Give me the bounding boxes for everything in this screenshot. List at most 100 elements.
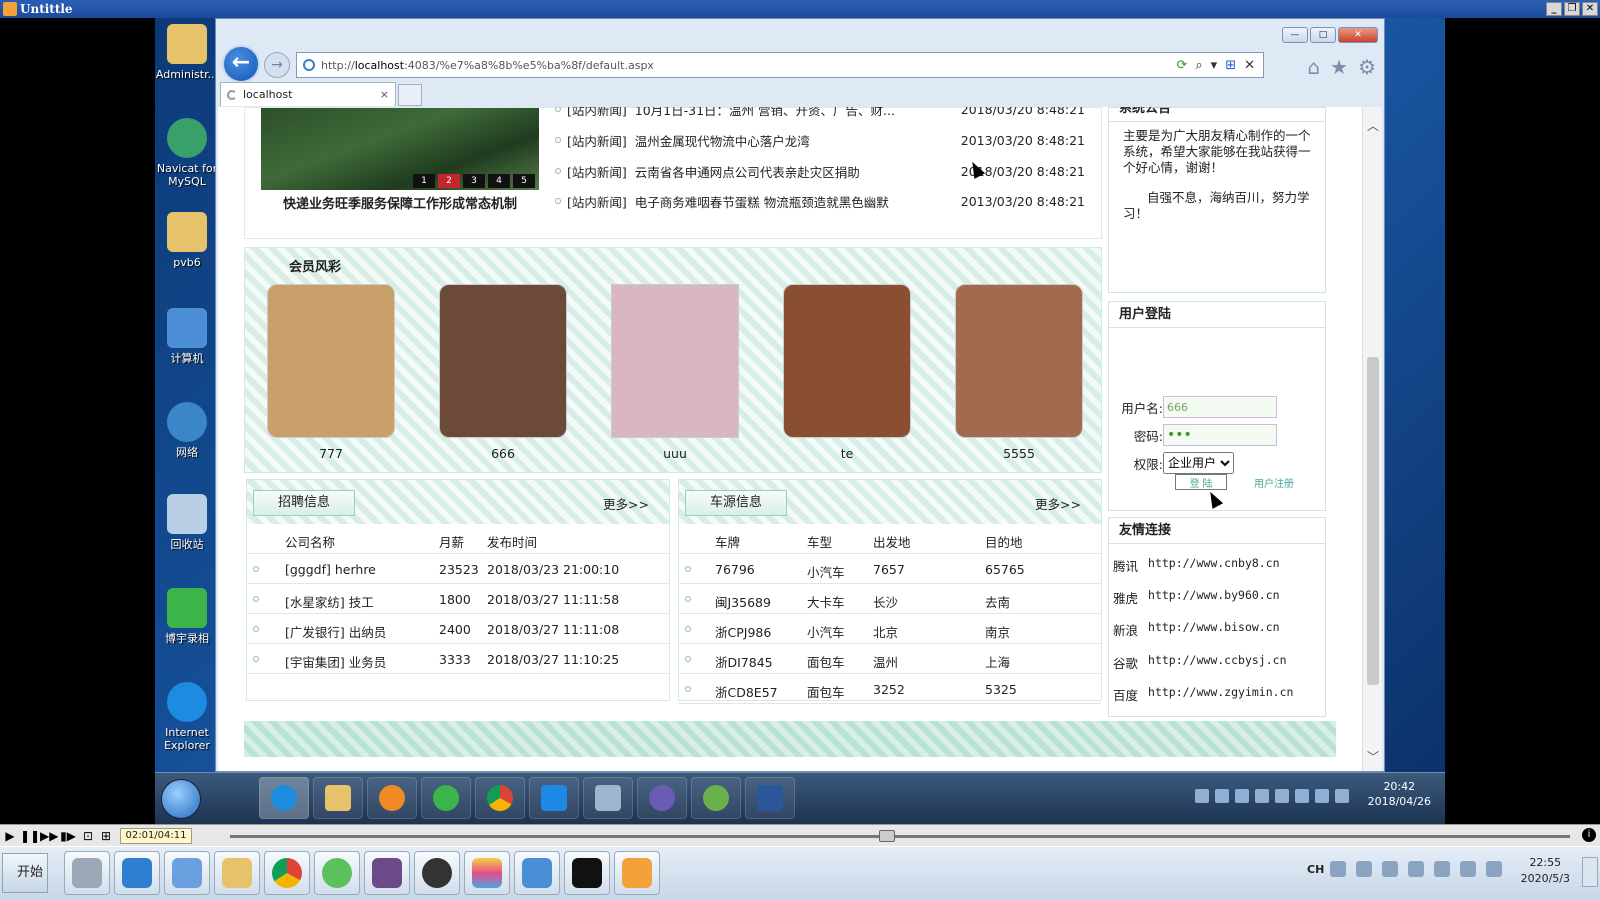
fit-icon[interactable]: ⊡ xyxy=(80,828,96,844)
help-icon[interactable] xyxy=(1356,861,1372,877)
compat-icon[interactable]: ⟳ xyxy=(1176,58,1187,73)
scroll-thumb[interactable] xyxy=(1367,357,1379,685)
link-item[interactable]: 百度 http://www.zgyimin.cn xyxy=(1113,685,1293,704)
show-desktop-button[interactable] xyxy=(1582,857,1598,887)
table-row[interactable]: 76796 小汽车 7657 65765 xyxy=(679,554,1101,584)
tray-icon[interactable] xyxy=(1235,789,1249,803)
taskbar-app-blue[interactable] xyxy=(529,777,579,819)
slide-caption[interactable]: 快递业务旺季服务保障工作形成常态机制 xyxy=(261,193,539,212)
taskbar-explorer[interactable] xyxy=(313,777,363,819)
table-row[interactable]: [gggdf] herhre 23523 2018/03/23 21:00:10 xyxy=(247,554,669,584)
link-item[interactable]: 腾讯 http://www.cnby8.cn xyxy=(1113,556,1280,575)
desktop-icon-navicat[interactable]: Navicat for MySQL xyxy=(155,118,219,188)
login-button[interactable]: 登 陆 xyxy=(1175,474,1227,490)
scroll-up-icon[interactable]: ︿ xyxy=(1367,117,1379,134)
slide-number[interactable]: 5 xyxy=(513,174,535,188)
link-item[interactable]: 谷歌 http://www.ccbysj.cn xyxy=(1113,653,1287,672)
new-tab-button[interactable] xyxy=(398,84,422,106)
tray-icon[interactable] xyxy=(1295,789,1309,803)
host-app[interactable] xyxy=(614,851,660,895)
member-card[interactable]: 5555 xyxy=(955,284,1083,461)
tray-icon[interactable] xyxy=(1215,789,1229,803)
host-app[interactable] xyxy=(564,851,610,895)
taskbar-ie[interactable] xyxy=(259,777,309,819)
host-app[interactable] xyxy=(464,851,510,895)
tray-icon[interactable] xyxy=(1195,789,1209,803)
table-row[interactable]: 浙CD8E57 面包车 3252 5325 xyxy=(679,674,1101,704)
scroll-down-icon[interactable]: ﹀ xyxy=(1367,748,1379,765)
news-item[interactable]: [站内新闻] 云南省各申通网点公司代表亲赴灾区捐助 2018/03/20 8:48:… xyxy=(555,160,1085,182)
address-bar[interactable]: http://localhost:4083/%e7%a8%8b%e5%ba%8f… xyxy=(296,52,1264,78)
taskbar-app-green[interactable] xyxy=(421,777,471,819)
host-app[interactable] xyxy=(214,851,260,895)
jobs-more-link[interactable]: 更多>> xyxy=(603,494,649,513)
table-row[interactable]: [宇宙集团] 业务员 3333 2018/03/27 11:10:25 xyxy=(247,644,669,674)
taskbar-chrome[interactable] xyxy=(475,777,525,819)
back-button[interactable]: ← xyxy=(222,45,260,83)
news-item[interactable]: [站内新闻] 温州金属现代物流中心落户龙湾 2013/03/20 8:48:21 xyxy=(555,129,1085,151)
forward-button[interactable]: → xyxy=(264,52,290,78)
member-card[interactable]: te xyxy=(783,284,911,461)
search-icon[interactable]: ⌕ xyxy=(1195,58,1202,73)
windows-start-button[interactable] xyxy=(161,779,201,819)
close-button[interactable]: ✕ xyxy=(1582,2,1598,16)
seek-bar[interactable] xyxy=(230,830,1570,842)
language-indicator[interactable]: CH xyxy=(1307,863,1324,876)
desktop-icon-pvb6[interactable]: pvb6 xyxy=(155,212,219,269)
news-item[interactable]: [站内新闻] 电子商务难咽春节蛋糕 物流瓶颈造就黑色幽默 2013/03/20 8:… xyxy=(555,190,1085,212)
pause-icon[interactable]: ❚❚ xyxy=(20,828,40,844)
desktop-icon-recycle[interactable]: 回收站 xyxy=(155,494,219,551)
stop-icon[interactable]: ✕ xyxy=(1244,58,1255,73)
member-card[interactable]: uuu xyxy=(611,284,739,461)
ie-maximize-button[interactable]: □ xyxy=(1310,27,1336,43)
tray-icon[interactable] xyxy=(1382,861,1398,877)
ie-close-button[interactable]: ✕ xyxy=(1338,27,1378,43)
gear-icon[interactable]: ⚙ xyxy=(1358,55,1376,79)
tray-icon[interactable] xyxy=(1330,861,1346,877)
member-card[interactable]: 666 xyxy=(439,284,567,461)
slide-number-active[interactable]: 2 xyxy=(438,174,460,188)
vehicles-more-link[interactable]: 更多>> xyxy=(1035,494,1081,513)
step-icon[interactable]: ▮▶ xyxy=(60,828,76,844)
role-select[interactable]: 企业用户 xyxy=(1163,452,1234,474)
table-row[interactable]: [水星家纺] 技工 1800 2018/03/27 11:11:58 xyxy=(247,584,669,614)
volume-icon[interactable] xyxy=(1486,861,1502,877)
tab-localhost[interactable]: localhost × xyxy=(220,82,396,106)
username-input[interactable] xyxy=(1163,396,1277,418)
volume-icon[interactable] xyxy=(1335,789,1349,803)
taskbar-word[interactable] xyxy=(745,777,795,819)
taskbar-vs[interactable] xyxy=(637,777,687,819)
host-app[interactable] xyxy=(514,851,560,895)
desktop-icon-ie[interactable]: Internet Explorer xyxy=(155,682,219,752)
tray-icon[interactable] xyxy=(1460,861,1476,877)
seek-knob[interactable] xyxy=(878,830,895,842)
page-scrollbar[interactable]: ︿ ﹀ xyxy=(1362,107,1382,771)
tray-icon[interactable] xyxy=(1315,789,1329,803)
play-icon[interactable]: ▶ xyxy=(2,828,18,844)
host-app[interactable] xyxy=(164,851,210,895)
member-card[interactable]: 777 xyxy=(267,284,395,461)
slide-number[interactable]: 1 xyxy=(413,174,435,188)
desktop-icon-computer[interactable]: 计算机 xyxy=(155,308,219,365)
minimize-button[interactable]: _ xyxy=(1546,2,1562,16)
news-item[interactable]: [站内新闻] 10月1日-31日：温州 营销、开资、广告、财... 2018/03/… xyxy=(555,107,1085,120)
link-item[interactable]: 新浪 http://www.bisow.cn xyxy=(1113,620,1280,639)
fast-forward-icon[interactable]: ▶▶ xyxy=(40,828,58,844)
refresh-icon[interactable]: ⊞ xyxy=(1225,58,1236,73)
register-button[interactable]: 用户注册 xyxy=(1237,474,1311,490)
recorded-clock[interactable]: 20:42 2018/04/26 xyxy=(1368,779,1431,809)
desktop-icon-recorder[interactable]: 博宇录相 xyxy=(155,588,219,645)
table-row[interactable]: 闽J35689 大卡车 长沙 去南 xyxy=(679,584,1101,614)
fullscreen-icon[interactable]: ⊞ xyxy=(98,828,114,844)
host-app[interactable] xyxy=(314,851,360,895)
table-row[interactable]: 浙DI7845 面包车 温州 上海 xyxy=(679,644,1101,674)
host-clock[interactable]: 22:55 2020/5/3 xyxy=(1521,855,1570,887)
dropdown-icon[interactable]: ▾ xyxy=(1211,58,1218,73)
host-app[interactable] xyxy=(364,851,410,895)
vehicles-title[interactable]: 车源信息 xyxy=(685,490,787,516)
desktop-icon-network[interactable]: 网络 xyxy=(155,402,219,459)
home-icon[interactable]: ⌂ xyxy=(1307,55,1320,79)
ie-minimize-button[interactable]: — xyxy=(1282,27,1308,43)
host-app[interactable] xyxy=(414,851,460,895)
taskbar-clover[interactable] xyxy=(691,777,741,819)
